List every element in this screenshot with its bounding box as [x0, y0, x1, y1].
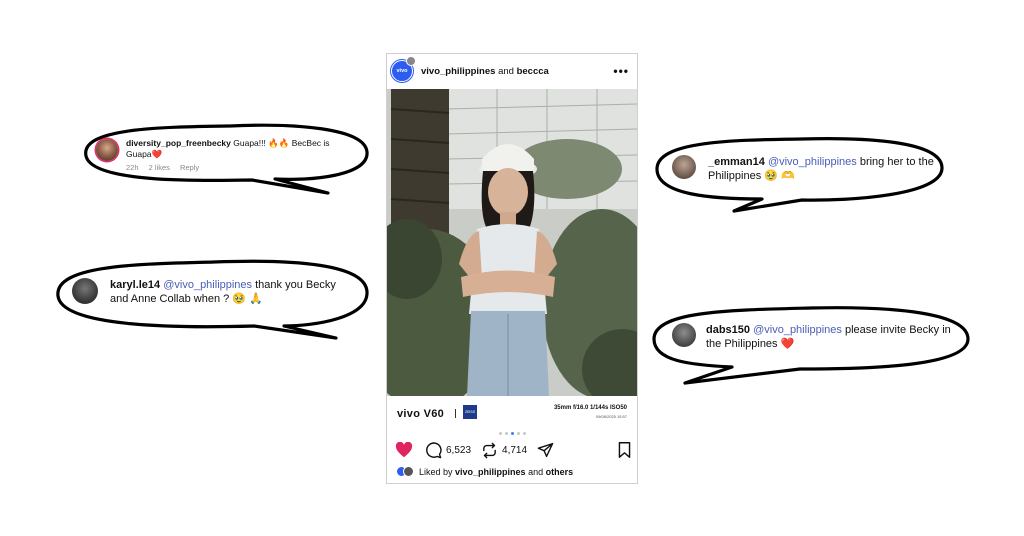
comment-likes[interactable]: 2 likes — [149, 163, 170, 172]
carousel-dot — [516, 432, 520, 435]
liked-joiner: and — [528, 466, 544, 477]
comment-username[interactable]: _emman14 — [708, 156, 765, 168]
comment-username[interactable]: karyl.le14 — [110, 279, 160, 291]
photo-illustration — [387, 89, 637, 396]
reply-link[interactable]: Reply — [180, 163, 199, 172]
commenter-avatar — [672, 155, 696, 179]
post-photo[interactable] — [387, 89, 637, 396]
comment-mention[interactable]: @vivo_philippines — [768, 156, 857, 168]
post-header: vivo vivo_philippines and beccca ••• — [387, 54, 637, 88]
carousel-dot — [498, 432, 502, 435]
liked-prefix: Liked by — [419, 466, 453, 477]
post-actions: 6,523 4,714 — [395, 441, 631, 459]
commenter-avatar — [672, 323, 696, 347]
camera-watermark: vivo V60 ZEISS 35mm f/16.0 1/144s ISO50 … — [387, 396, 637, 430]
commenter-avatar — [96, 139, 118, 161]
author-name[interactable]: vivo_philippines — [421, 66, 495, 77]
bookmark-icon[interactable] — [618, 442, 631, 458]
liked-others[interactable]: others — [546, 467, 574, 477]
comments-count[interactable]: 6,523 — [446, 445, 471, 456]
commenter-avatar — [72, 278, 98, 304]
liker-avatar — [403, 466, 414, 477]
author-avatar[interactable]: vivo — [391, 56, 416, 82]
comment-bubble-2: karyl.le14 @vivo_philippines thank you B… — [54, 256, 372, 344]
camera-specs: 35mm f/16.0 1/144s ISO50 — [553, 405, 627, 411]
author-joiner: and — [498, 65, 514, 77]
coauthor-name[interactable]: beccca — [517, 66, 549, 77]
carousel-indicator — [387, 432, 637, 435]
share-icon[interactable] — [537, 442, 554, 458]
reposts-count[interactable]: 4,714 — [502, 445, 527, 456]
carousel-dot — [510, 432, 514, 435]
post-authors: vivo_philippines and beccca — [421, 66, 613, 77]
comment-username[interactable]: dabs150 — [706, 324, 750, 336]
comment-bubble-3: _emman14 @vivo_philippines bring her to … — [652, 133, 947, 215]
liked-by[interactable]: Liked by vivo_philippines and others — [396, 466, 573, 477]
separator — [455, 409, 456, 418]
camera-date: 09/08/2025 15:57 — [595, 414, 627, 419]
comment-time: 22h — [126, 163, 139, 172]
more-horizontal-icon[interactable]: ••• — [613, 64, 629, 78]
instagram-post: vivo vivo_philippines and beccca ••• viv… — [386, 53, 638, 484]
comment-bubble-1: diversity_pop_freenbecky Guapa!!! 🔥🔥 Bec… — [80, 118, 375, 196]
comment-icon[interactable] — [425, 441, 442, 459]
carousel-dot — [504, 432, 508, 435]
zeiss-logo: ZEISS — [463, 405, 477, 419]
repost-icon[interactable] — [481, 442, 498, 459]
camera-brand: vivo V60 — [397, 408, 445, 420]
liked-user[interactable]: vivo_philippines — [455, 467, 526, 477]
comment-bubble-4: dabs150 @vivo_philippines please invite … — [650, 303, 972, 385]
comment-username[interactable]: diversity_pop_freenbecky — [126, 138, 231, 148]
comment-mention[interactable]: @vivo_philippines — [163, 279, 252, 291]
comment-mention[interactable]: @vivo_philippines — [753, 324, 842, 336]
carousel-dot — [522, 432, 526, 435]
heart-icon[interactable] — [395, 442, 413, 458]
